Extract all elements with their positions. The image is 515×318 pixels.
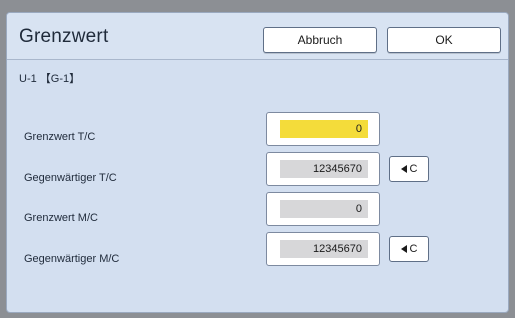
unit-label: U-1 【G-1】 (19, 73, 81, 85)
grenzwert-tc-value: 0 (280, 120, 368, 138)
arrow-left-icon (400, 245, 407, 253)
grenzwert-mc-value: 0 (280, 200, 368, 218)
clear-mc-label: C (409, 243, 418, 255)
ok-button[interactable]: OK (387, 27, 501, 53)
gegenwaertiger-mc-field[interactable]: 12345670 (266, 232, 380, 266)
row-label-grenzwert-tc: Grenzwert T/C (24, 131, 96, 143)
row-label-grenzwert-mc: Grenzwert M/C (24, 212, 98, 224)
gegenwaertiger-tc-field[interactable]: 12345670 (266, 152, 380, 186)
clear-tc-label: C (409, 163, 418, 175)
dialog-header: Grenzwert Abbruch OK (7, 13, 508, 60)
grenzwert-mc-field[interactable]: 0 (266, 192, 380, 226)
gegenwaertiger-mc-value: 12345670 (280, 240, 368, 258)
grenzwert-tc-field[interactable]: 0 (266, 112, 380, 146)
arrow-left-icon (400, 165, 407, 173)
clear-tc-button[interactable]: C (389, 156, 429, 182)
clear-mc-button[interactable]: C (389, 236, 429, 262)
limit-dialog: Grenzwert Abbruch OK U-1 【G-1】 Grenzwert… (6, 12, 509, 313)
row-label-gegenwaertiger-mc: Gegenwärtiger M/C (24, 253, 120, 265)
row-label-gegenwaertiger-tc: Gegenwärtiger T/C (24, 172, 117, 184)
gegenwaertiger-tc-value: 12345670 (280, 160, 368, 178)
dialog-title: Grenzwert (19, 26, 109, 47)
cancel-button[interactable]: Abbruch (263, 27, 377, 53)
